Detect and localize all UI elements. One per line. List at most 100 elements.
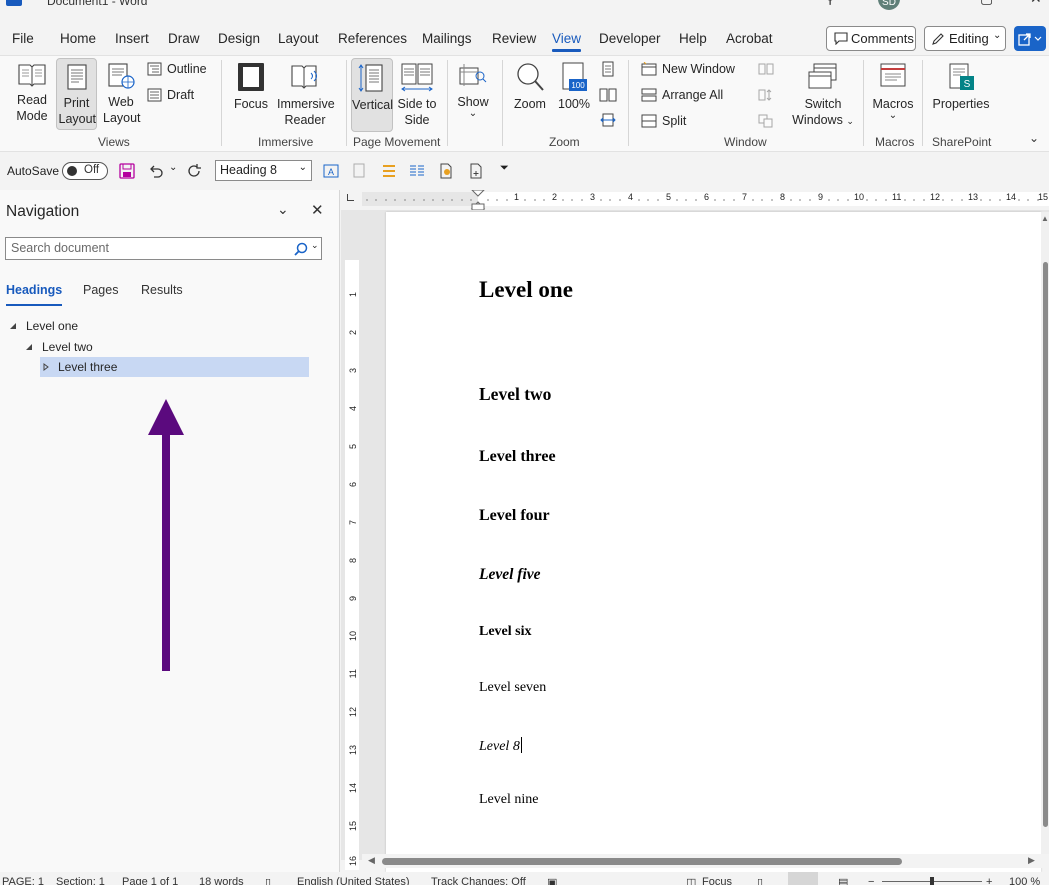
status-page[interactable]: PAGE: 1 [2, 876, 44, 885]
arrange-all-button[interactable]: Arrange All [641, 88, 723, 102]
document-heading-6[interactable]: Level six [479, 624, 532, 640]
expanded-triangle-icon[interactable] [24, 342, 34, 352]
scrollbar-thumb[interactable] [382, 858, 902, 865]
collapse-ribbon-icon[interactable]: ⌄ [1029, 131, 1039, 145]
tab-acrobat[interactable]: Acrobat [726, 31, 773, 46]
autosave-toggle[interactable]: Off [62, 162, 108, 180]
expanded-triangle-icon[interactable] [8, 321, 18, 331]
document-page[interactable] [386, 212, 1041, 872]
search-icon[interactable] [294, 242, 308, 256]
new-window-button[interactable]: New Window [641, 62, 735, 76]
format-painter-icon[interactable] [352, 163, 368, 179]
tab-developer[interactable]: Developer [599, 31, 661, 46]
tab-layout[interactable]: Layout [278, 31, 319, 46]
search-input[interactable]: Search document ⌄ [5, 237, 322, 260]
scrollbar-thumb[interactable] [1043, 262, 1048, 827]
new-document-icon[interactable] [468, 163, 484, 179]
accessibility-icon[interactable]: ▣ [547, 876, 557, 885]
page-width-button[interactable] [600, 112, 616, 128]
zoom-in-icon[interactable]: + [986, 876, 992, 885]
status-language[interactable]: English (United States) [297, 876, 410, 885]
tab-home[interactable]: Home [60, 31, 96, 46]
document-heading-4[interactable]: Level four [479, 507, 550, 525]
customize-qat-icon[interactable]: ⏷ [500, 162, 509, 175]
pane-options-icon[interactable]: ⌄ [277, 201, 289, 218]
tree-item-level-one[interactable]: Level one [8, 316, 308, 336]
document-heading-1[interactable]: Level one [479, 277, 573, 303]
undo-dropdown-icon[interactable]: ⌄ [169, 162, 177, 173]
save-icon[interactable] [119, 163, 135, 179]
tab-stop-selector[interactable] [347, 194, 354, 201]
document-heading-5[interactable]: Level five [479, 566, 541, 584]
comments-button[interactable]: Comments [826, 26, 916, 51]
book-icon[interactable]: ▯ [265, 876, 271, 885]
redo-icon[interactable] [187, 163, 203, 179]
reset-window-position-button[interactable] [758, 114, 774, 128]
horizontal-scrollbar[interactable]: ◀ ▶ [362, 854, 1049, 868]
read-mode-button[interactable]: Read Mode [8, 62, 56, 124]
read-mode-icon[interactable]: ▯ [757, 876, 763, 885]
tab-headings[interactable]: Headings [6, 283, 63, 306]
tree-item-level-two[interactable]: Level two [24, 337, 308, 357]
immersive-reader-button[interactable]: Immersive Reader [274, 62, 336, 128]
collapsed-triangle-icon[interactable] [41, 362, 51, 372]
one-page-button[interactable] [601, 61, 615, 77]
tab-file[interactable]: File [12, 31, 34, 46]
print-layout-icon[interactable] [788, 872, 818, 885]
scroll-right-arrow[interactable]: ▶ [1028, 855, 1035, 866]
close-icon[interactable]: ✕ [311, 201, 324, 219]
close-window-icon[interactable]: ✕ [1030, 0, 1044, 6]
tab-results[interactable]: Results [141, 283, 183, 297]
vertical-button[interactable]: Vertical [351, 58, 393, 132]
status-page-of[interactable]: Page 1 of 1 [122, 876, 178, 885]
tab-draw[interactable]: Draw [168, 31, 200, 46]
switch-windows-button[interactable]: Switch Windows ⌄ [790, 62, 856, 129]
vertical-ruler[interactable]: 1 2 3 4 5 6 7 8 9 10 11 12 13 14 15 16 [345, 212, 359, 870]
scroll-up-arrow[interactable]: ▲ [1041, 214, 1049, 223]
multiple-pages-button[interactable] [599, 88, 617, 102]
tree-item-level-three[interactable]: Level three [40, 357, 309, 377]
zoom-100-button[interactable]: 100 100% [556, 62, 592, 112]
tab-mailings[interactable]: Mailings [422, 31, 472, 46]
restore-icon[interactable]: ▢ [980, 0, 994, 6]
status-track-changes[interactable]: Track Changes: Off [431, 876, 526, 885]
zoom-slider-thumb[interactable] [930, 877, 934, 885]
document-heading-8[interactable]: Level 8 [479, 737, 522, 755]
tab-insert[interactable]: Insert [115, 31, 149, 46]
share-button[interactable] [1014, 26, 1046, 51]
outline-button[interactable]: Outline [147, 62, 207, 76]
document-heading-2[interactable]: Level two [479, 384, 551, 405]
web-layout-icon[interactable]: ▤ [838, 876, 848, 885]
tab-review[interactable]: Review [492, 31, 536, 46]
status-focus[interactable]: Focus [702, 876, 732, 885]
search-icon[interactable]: ⚲ [825, 0, 839, 6]
print-layout-button[interactable]: Print Layout [56, 58, 97, 130]
side-to-side-button[interactable]: Side to Side [396, 62, 438, 128]
avatar[interactable]: SD [878, 0, 900, 10]
focus-mode-icon[interactable]: ◫ [686, 876, 696, 885]
show-button[interactable]: Show ⌄ [454, 62, 492, 119]
status-zoom[interactable]: 100 % [1009, 876, 1040, 885]
undo-icon[interactable] [148, 163, 164, 179]
document-heading-9[interactable]: Level nine [479, 792, 538, 808]
zoom-button[interactable]: Zoom [510, 62, 550, 112]
properties-button[interactable]: S Properties [930, 62, 992, 112]
status-word-count[interactable]: 18 words [199, 876, 244, 885]
chevron-down-icon[interactable]: ⌄ [311, 240, 319, 251]
line-spacing-icon[interactable] [381, 163, 397, 179]
text-box-icon[interactable]: A [323, 163, 339, 179]
tab-pages[interactable]: Pages [83, 283, 118, 297]
document-heading-7[interactable]: Level seven [479, 680, 546, 696]
editing-mode-button[interactable]: Editing ⌄ [924, 26, 1006, 51]
split-button[interactable]: Split [641, 114, 686, 128]
scroll-left-arrow[interactable]: ◀ [368, 855, 375, 866]
tab-view[interactable]: View [552, 31, 582, 52]
view-side-by-side-button[interactable] [758, 62, 774, 76]
status-section[interactable]: Section: 1 [56, 876, 105, 885]
web-layout-button[interactable]: Web Layout [100, 62, 142, 126]
tab-references[interactable]: References [338, 31, 407, 46]
horizontal-ruler[interactable]: 1 2 3 4 5 6 7 8 9 10 11 12 13 14 15 [362, 190, 1049, 210]
style-dropdown[interactable]: Heading 8 ⌄ [215, 160, 312, 181]
tab-help[interactable]: Help [679, 31, 707, 46]
macros-button[interactable]: Macros ⌄ [870, 62, 916, 121]
